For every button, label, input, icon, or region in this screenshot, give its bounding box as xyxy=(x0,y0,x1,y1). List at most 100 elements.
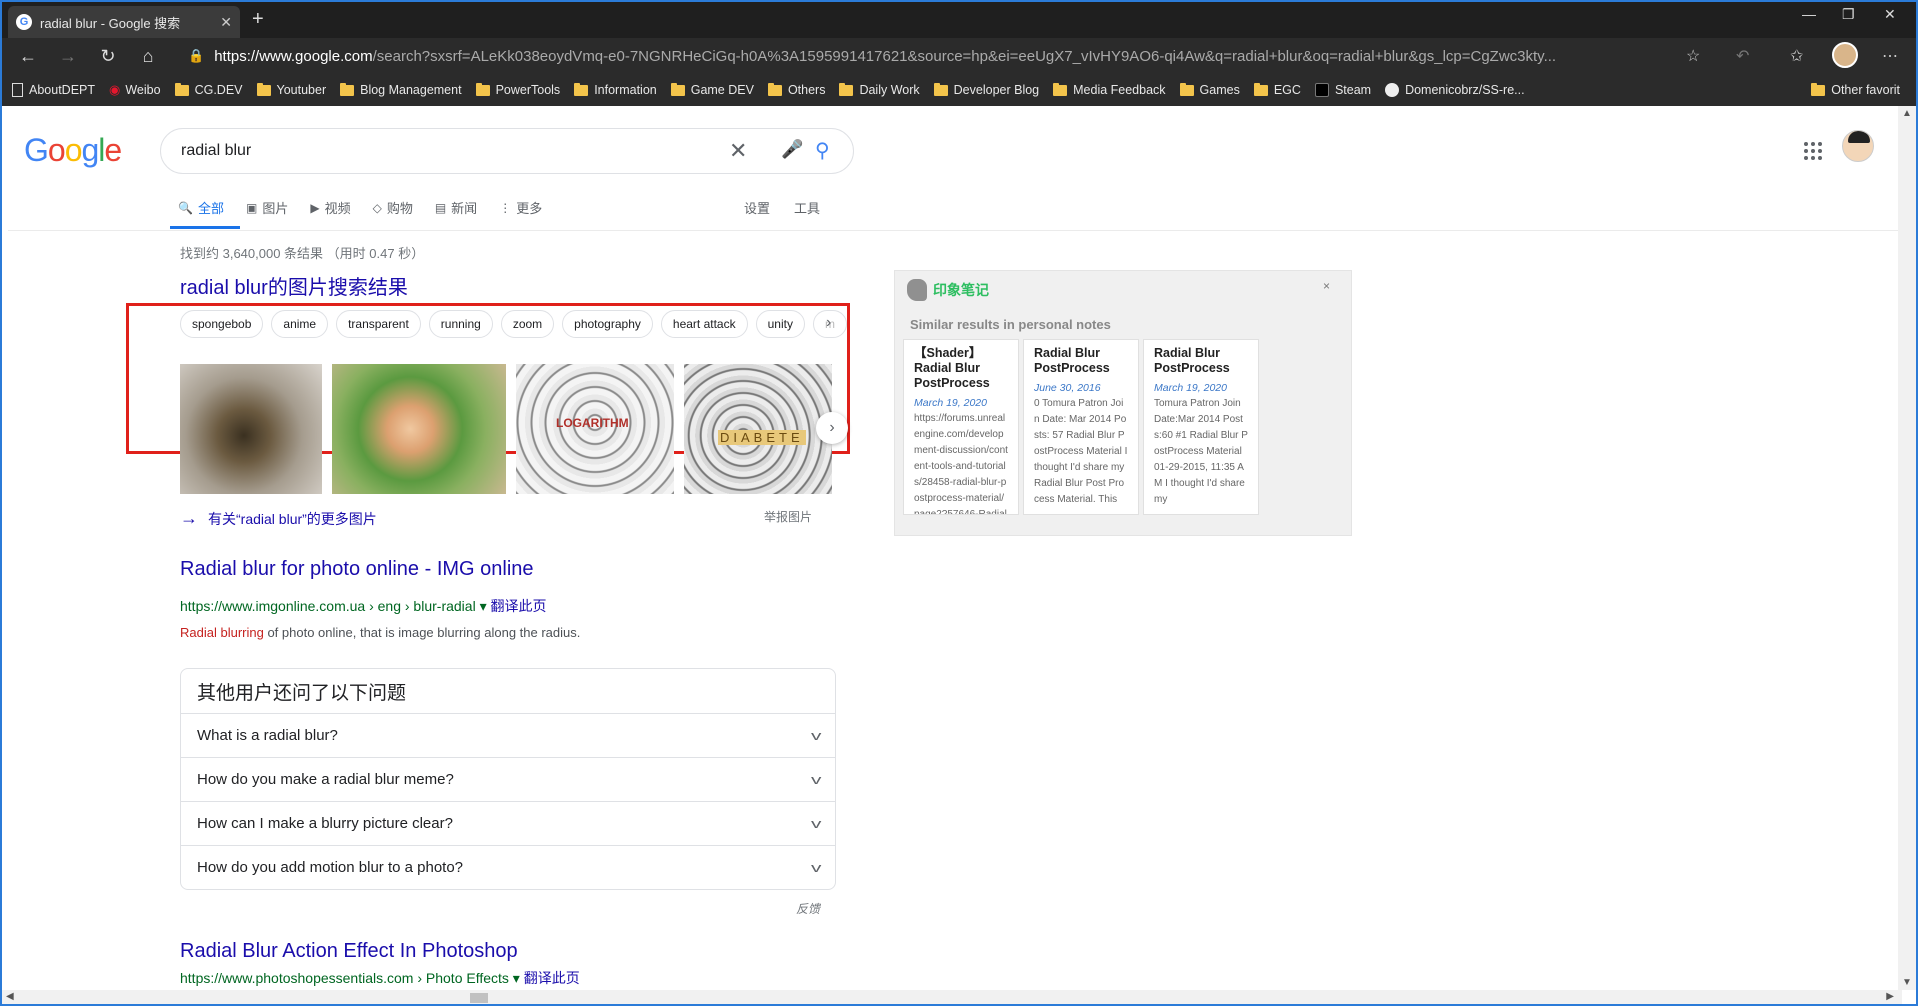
home-icon[interactable]: ⌂ xyxy=(128,46,168,67)
settings-link[interactable]: 设置 xyxy=(744,198,770,217)
refresh-icon[interactable]: ↻ xyxy=(88,46,128,67)
people-also-ask: 其他用户还问了以下问题 What is a radial blur? v How d… xyxy=(180,668,836,890)
scroll-left-icon[interactable]: ◀ xyxy=(6,991,14,1002)
account-avatar[interactable] xyxy=(1842,130,1874,162)
google-apps-icon[interactable] xyxy=(1804,142,1822,160)
share-back-icon[interactable]: ↶ xyxy=(1736,46,1749,66)
folder-icon xyxy=(475,82,490,96)
paa-question[interactable]: What is a radial blur? v xyxy=(181,713,835,757)
bookmark-label: Game DEV xyxy=(690,83,754,97)
bookmark-item[interactable]: Developer Blog xyxy=(933,82,1039,97)
profile-avatar-icon[interactable] xyxy=(1832,42,1858,68)
bookmark-item[interactable]: Information xyxy=(574,82,657,97)
horizontal-scrollbar[interactable]: ◀ ▶ xyxy=(2,990,1902,1004)
filter-chip[interactable]: unity xyxy=(755,310,805,338)
tab-more[interactable]: ⋮ 更多 xyxy=(499,198,542,217)
bookmark-label: EGC xyxy=(1273,83,1301,97)
bookmark-item[interactable]: Youtuber xyxy=(256,82,326,97)
browser-tab-active[interactable]: G radial blur - Google 搜索 ✕ xyxy=(8,6,240,38)
result-url-text[interactable]: https://www.photoshopessentials.com › Ph… xyxy=(180,970,520,986)
images-heading-link[interactable]: radial blur的图片搜索结果 xyxy=(180,271,408,300)
image-thumbnail[interactable]: DIABETE xyxy=(684,364,832,494)
image-filter-chips: spongebob anime transparent running zoom phot… xyxy=(180,310,855,338)
tab-news[interactable]: ▤ 新闻 xyxy=(435,198,477,217)
bookmark-item[interactable]: PowerTools xyxy=(475,82,560,97)
bookmark-item[interactable]: Game DEV xyxy=(670,82,754,97)
bookmark-item[interactable]: Domenicobrz/SS-re... xyxy=(1385,83,1525,97)
bookmark-item[interactable]: AboutDEPT xyxy=(12,83,95,97)
tab-shopping[interactable]: ◇ 购物 xyxy=(373,198,413,217)
bookmark-label: Blog Management xyxy=(360,83,462,97)
favorites-list-icon[interactable]: ✩ xyxy=(1790,46,1803,66)
tab-videos[interactable]: ▶ 视频 xyxy=(310,198,350,217)
filter-chip[interactable]: photography xyxy=(562,310,653,338)
image-thumbnail[interactable]: LOGARITHM xyxy=(516,364,674,494)
paa-question[interactable]: How do you add motion blur to a photo? v xyxy=(181,845,835,889)
result-title-link[interactable]: Radial Blur Action Effect In Photoshop xyxy=(180,940,518,963)
new-tab-button[interactable]: + xyxy=(252,8,264,31)
evernote-note-card[interactable]: Radial Blur PostProcess June 30, 2016 0 To… xyxy=(1023,339,1139,515)
bookmark-item[interactable]: Games xyxy=(1179,82,1240,97)
search-icon[interactable]: ⚲ xyxy=(815,138,830,163)
bookmark-item[interactable]: Steam xyxy=(1314,83,1371,97)
evernote-note-card[interactable]: Radial Blur PostProcess March 19, 2020 Tom… xyxy=(1143,339,1259,515)
bookmark-label: Games xyxy=(1199,83,1240,97)
address-bar[interactable]: 🔒 https://www.google.com /search?sxsrf=A… xyxy=(188,43,1668,69)
bookmark-item[interactable]: CG.DEV xyxy=(174,82,243,97)
search-input[interactable]: radial blur xyxy=(181,142,251,160)
vertical-scrollbar[interactable]: ▲ ▼ xyxy=(1898,106,1916,990)
close-panel-icon[interactable]: × xyxy=(1323,279,1330,293)
filter-chip[interactable]: spongebob xyxy=(180,310,264,338)
filter-chip[interactable]: heart attack xyxy=(660,310,748,338)
filter-chip[interactable]: running xyxy=(428,310,493,338)
bookmark-label: Domenicobrz/SS-re... xyxy=(1405,83,1525,97)
scroll-down-icon[interactable]: ▼ xyxy=(1902,977,1912,988)
chips-next-icon[interactable]: › xyxy=(826,314,831,332)
image-thumbnail[interactable] xyxy=(332,364,506,494)
close-window-icon[interactable]: ✕ xyxy=(1884,6,1896,23)
evernote-note-card[interactable]: 【Shader】Radial Blur PostProcess March 19,… xyxy=(903,339,1019,515)
minimize-icon[interactable]: — xyxy=(1802,6,1816,22)
favorite-star-icon[interactable]: ☆ xyxy=(1686,46,1700,66)
paa-question[interactable]: How do you make a radial blur meme? v xyxy=(181,757,835,801)
other-favorites[interactable]: Other favorit xyxy=(1811,74,1900,106)
more-menu-icon[interactable]: ⋯ xyxy=(1882,46,1898,66)
filter-chip[interactable]: anime xyxy=(271,310,329,338)
bookmark-item[interactable]: Media Feedback xyxy=(1053,82,1166,97)
google-logo[interactable]: Google xyxy=(24,132,122,169)
tab-close-icon[interactable]: ✕ xyxy=(220,14,232,31)
bookmark-item[interactable]: ◉ Weibo xyxy=(109,82,161,98)
microphone-icon[interactable]: 🎤 xyxy=(781,139,803,160)
scroll-up-icon[interactable]: ▲ xyxy=(1902,108,1912,119)
clear-search-icon[interactable]: ✕ xyxy=(729,138,747,164)
bookmark-item[interactable]: Others xyxy=(767,82,825,97)
bookmark-item[interactable]: Daily Work xyxy=(839,82,920,97)
more-images-link[interactable]: → 有关“radial blur”的更多图片 xyxy=(180,508,377,529)
bookmark-item[interactable]: EGC xyxy=(1253,82,1301,97)
scroll-right-icon[interactable]: ▶ xyxy=(1886,991,1894,1002)
paa-question[interactable]: How can I make a blurry picture clear? v xyxy=(181,801,835,845)
tab-images[interactable]: ▣ 图片 xyxy=(246,198,288,217)
image-thumbnail[interactable] xyxy=(180,364,322,494)
filter-chip[interactable]: transparent xyxy=(336,310,421,338)
translate-link[interactable]: 翻译此页 xyxy=(524,970,580,986)
report-images-link[interactable]: 举报图片 xyxy=(764,508,812,525)
tab-all[interactable]: 🔍 全部 xyxy=(178,198,224,217)
restore-icon[interactable]: ❐ xyxy=(1842,6,1855,23)
result-title-link[interactable]: Radial blur for photo online - IMG onlin… xyxy=(180,558,534,581)
tools-link[interactable]: 工具 xyxy=(794,198,820,217)
filter-chip[interactable]: zoom xyxy=(500,310,555,338)
tab-label: 更多 xyxy=(516,201,543,216)
translate-link[interactable]: 翻译此页 xyxy=(491,598,547,614)
forward-icon[interactable]: → xyxy=(48,46,88,67)
paa-question-text: How can I make a blurry picture clear? xyxy=(197,815,453,832)
back-icon[interactable]: ← xyxy=(8,46,48,67)
feedback-link[interactable]: 反馈 xyxy=(796,900,820,917)
search-box[interactable]: radial blur ✕ 🎤 ⚲ xyxy=(160,128,854,174)
chevron-down-icon: v xyxy=(810,772,821,787)
result-url-text[interactable]: https://www.imgonline.com.ua › eng › blu… xyxy=(180,598,487,614)
scrollbar-thumb[interactable] xyxy=(470,993,488,1003)
folder-icon xyxy=(1053,82,1068,96)
thumbnails-next-icon[interactable]: › xyxy=(816,412,848,444)
bookmark-item[interactable]: Blog Management xyxy=(340,82,462,97)
